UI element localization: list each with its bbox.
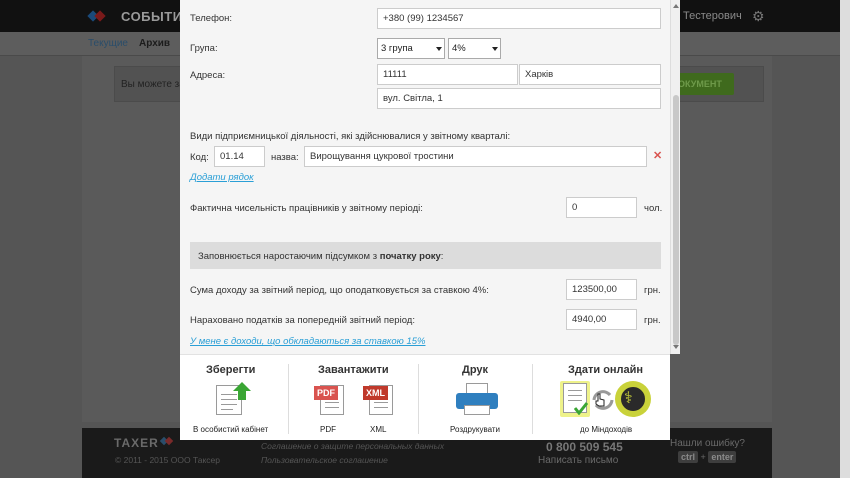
pdf-badge: PDF <box>314 386 338 400</box>
window-edge <box>840 0 850 478</box>
declaration-modal: Телефон: +380 (99) 1234567 Група: 3 груп… <box>180 0 680 440</box>
notice-text: Вы можете за <box>121 79 185 90</box>
employees-unit: чол. <box>644 203 663 214</box>
save-title: Зберегти <box>206 364 256 376</box>
footer-logo: TAXER <box>114 436 159 450</box>
gear-icon[interactable]: ⚙ <box>752 8 765 25</box>
tax-unit: грн. <box>644 315 661 326</box>
write-letter-link[interactable]: Написать письмо <box>538 455 618 466</box>
activity-name-input[interactable]: Вирощування цукрової тростини <box>304 146 647 167</box>
footer-logo-icon <box>159 436 174 447</box>
postcode-input[interactable]: 11111 <box>377 64 518 85</box>
pdf-caption: PDF <box>320 425 336 434</box>
scroll-thumb[interactable] <box>673 95 679 345</box>
code-label: Код: <box>190 152 209 163</box>
found-error-text: Нашли ошибку? <box>670 438 745 449</box>
street-input[interactable]: вул. Світла, 1 <box>377 88 661 109</box>
rate-select-value: 4% <box>452 43 466 54</box>
print-title: Друк <box>462 364 489 376</box>
keyboard-shortcut: ctrl + enter <box>678 451 737 463</box>
hand-cursor-icon <box>595 393 605 407</box>
pdf-file-icon[interactable]: PDF <box>314 383 348 417</box>
employees-input[interactable]: 0 <box>566 197 637 218</box>
download-title: Завантажити <box>318 364 389 376</box>
footer-privacy-link[interactable]: Соглашение о защите персональных данных <box>261 441 444 451</box>
group-select-value: 3 група <box>381 43 413 54</box>
divider <box>288 364 289 434</box>
user-name[interactable]: Тестерович <box>683 10 742 22</box>
remove-row-icon[interactable]: ✕ <box>653 149 662 162</box>
scroll-down-icon[interactable] <box>673 345 679 349</box>
chevron-down-icon <box>492 47 498 51</box>
tab-current[interactable]: Текущие <box>88 38 128 49</box>
income-label: Сума доходу за звітний період, що оподат… <box>190 285 489 296</box>
group-label: Група: <box>190 43 218 54</box>
form-scrollbar[interactable] <box>670 0 680 354</box>
checkmark-icon <box>574 402 588 415</box>
income-unit: грн. <box>644 285 661 296</box>
plus-sign: + <box>700 452 706 462</box>
income-input[interactable]: 123500,00 <box>566 279 637 300</box>
chevron-down-icon <box>436 47 442 51</box>
tax-label: Нараховано податків за попередній звітни… <box>190 315 415 326</box>
xml-caption: XML <box>370 425 387 434</box>
rate-select[interactable]: 4% <box>448 38 501 59</box>
xml-file-icon[interactable]: XML <box>363 383 397 417</box>
divider <box>418 364 419 434</box>
divider <box>532 364 533 434</box>
activity-code-input[interactable]: 01.14 <box>214 146 265 167</box>
tax-emblem-icon[interactable]: ⚕ <box>560 381 656 421</box>
create-document-button[interactable]: ОКУМЕНТ <box>672 73 734 95</box>
income-15-percent-link[interactable]: У мене є доходи, що обкладаються за став… <box>190 336 425 347</box>
address-label: Адреса: <box>190 70 226 81</box>
employees-label: Фактична чисельність працівників у звітн… <box>190 203 423 214</box>
ctrl-key: ctrl <box>678 451 699 463</box>
tax-input[interactable]: 4940,00 <box>566 309 637 330</box>
modal-form: Телефон: +380 (99) 1234567 Група: 3 груп… <box>180 0 670 354</box>
print-caption: Роздрукувати <box>450 425 501 434</box>
scroll-up-icon[interactable] <box>673 4 679 8</box>
footer-terms-link[interactable]: Пользовательское соглашение <box>261 455 388 465</box>
save-caption: В особистий кабінет <box>193 425 269 434</box>
group-select[interactable]: 3 група <box>377 38 445 59</box>
printer-icon[interactable] <box>456 383 498 417</box>
city-input[interactable]: Харків <box>519 64 661 85</box>
footer-copyright: © 2011 - 2015 ООО Таксер <box>115 455 220 465</box>
phone-label: Телефон: <box>190 13 233 24</box>
cumulative-text: Заповнюється наростаючим підсумком з поч… <box>198 251 444 262</box>
activities-label: Види підприємницької діяльності, які зді… <box>190 131 511 142</box>
add-row-link[interactable]: Додати рядок <box>190 172 254 183</box>
activity-name-label: назва: <box>271 152 299 163</box>
tab-archive[interactable]: Архив <box>139 38 170 49</box>
xml-badge: XML <box>363 386 388 400</box>
enter-key: enter <box>708 451 737 463</box>
submit-title: Здати онлайн <box>568 364 644 376</box>
document-upload-icon[interactable] <box>216 381 256 417</box>
phone-input[interactable]: +380 (99) 1234567 <box>377 8 661 29</box>
cumulative-section-header: Заповнюється наростаючим підсумком з поч… <box>190 242 661 269</box>
submit-caption: до Міндоходів <box>580 425 633 434</box>
footer-phone: 0 800 509 545 <box>546 440 623 454</box>
app-logo[interactable] <box>87 9 106 23</box>
modal-actions: Зберегти В особистий кабінет Завантажити… <box>180 354 670 440</box>
